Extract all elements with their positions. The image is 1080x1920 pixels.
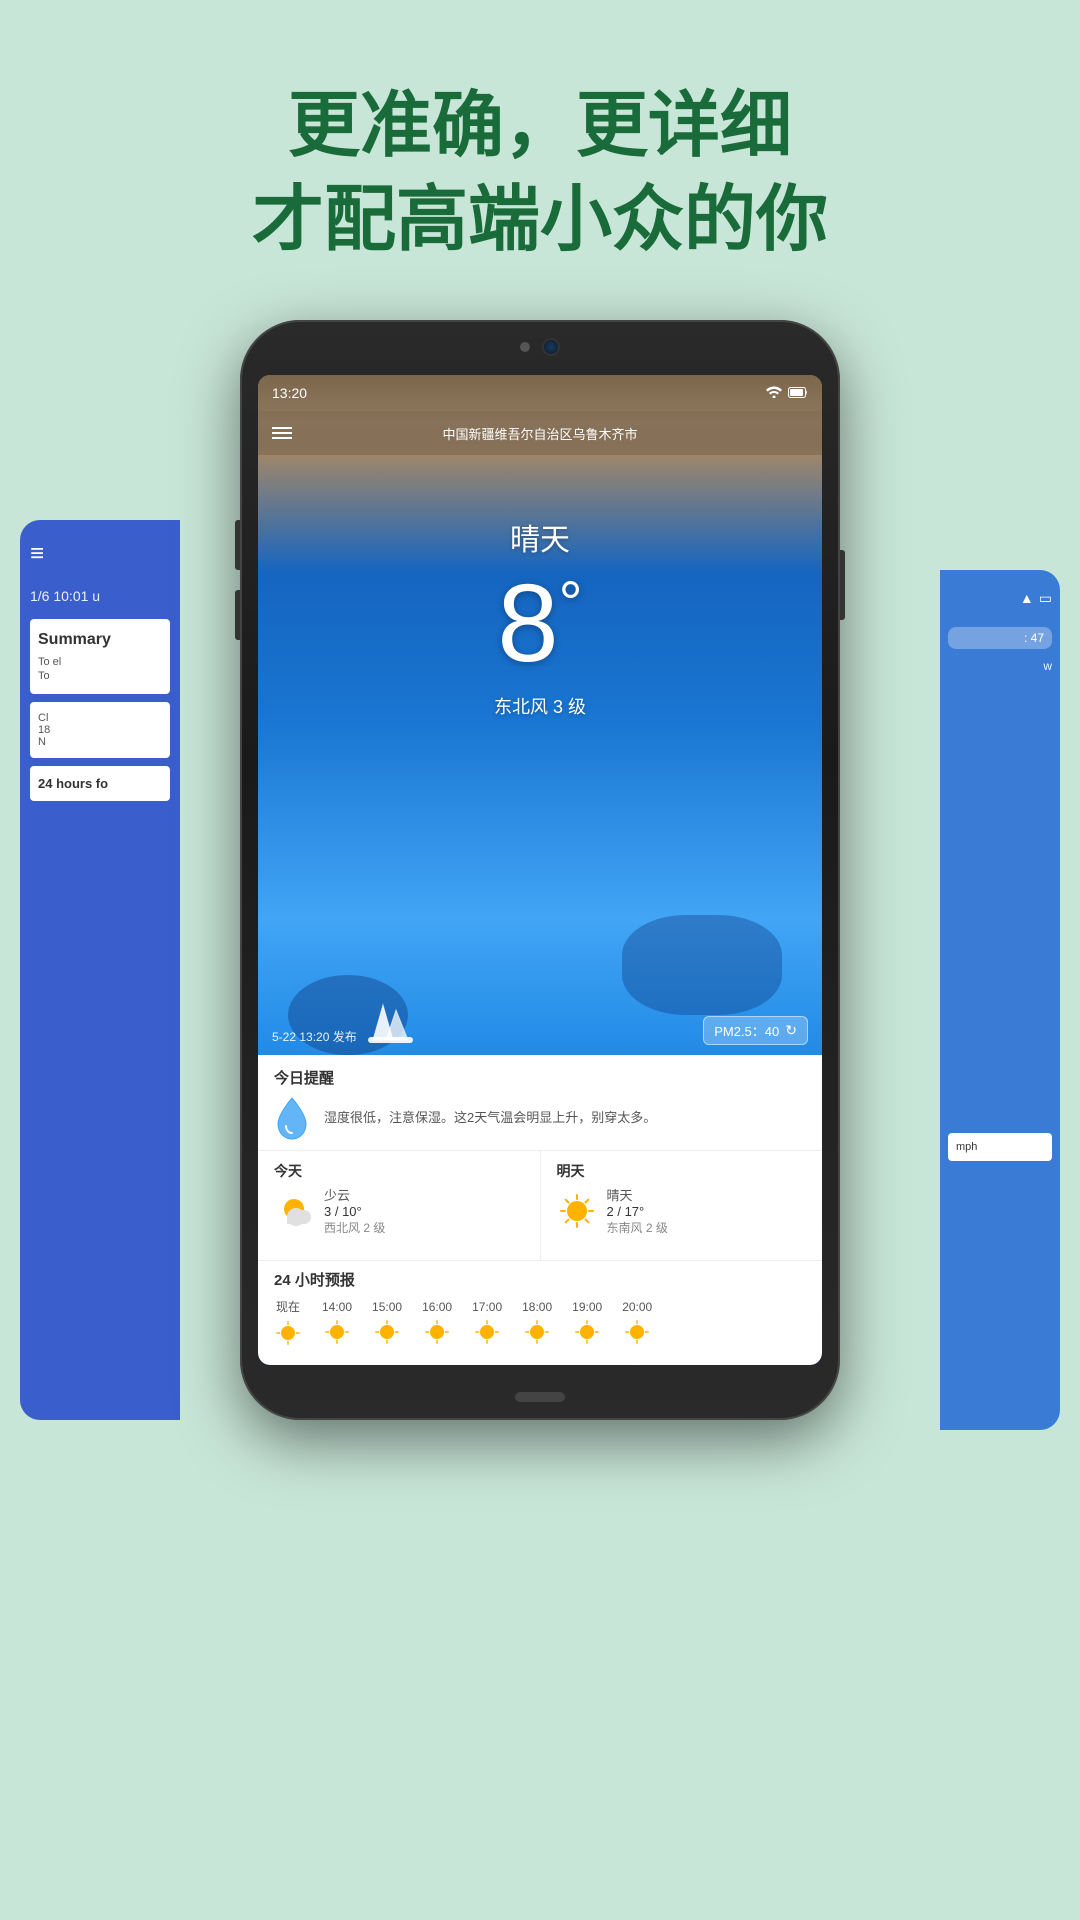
- left-summary-text: To el: [38, 655, 162, 670]
- forecast-tomorrow-condition: 晴天: [607, 1185, 668, 1204]
- status-icons: [766, 386, 808, 401]
- weather-cards: 今日提醒 湿度很低，注意保湿。这2天气温会明显上升，别穿太多。: [258, 1055, 822, 1365]
- phone-screen: 13:20: [258, 375, 822, 1365]
- menu-hamburger-icon[interactable]: [272, 427, 292, 439]
- pm-value: PM2.5：40: [714, 1021, 779, 1040]
- home-button[interactable]: [515, 1392, 565, 1402]
- reminder-text: 湿度很低，注意保湿。这2天气温会明显上升，别穿太多。: [324, 1108, 656, 1128]
- volume-down-button: [235, 590, 240, 640]
- left-summary-title: Summary: [38, 631, 162, 649]
- ocean-depth2: [622, 915, 782, 1015]
- hour-item-18: 18:00: [522, 1300, 552, 1346]
- status-time: 13:20: [272, 385, 307, 401]
- camera-area: [520, 338, 560, 356]
- left-hours-label: 24 hours fo: [38, 776, 162, 791]
- power-button: [840, 550, 845, 620]
- today-reminder: 今日提醒 湿度很低，注意保湿。这2天气温会明显上升，别穿太多。: [258, 1055, 822, 1151]
- top-bar: 中国新疆维吾尔自治区乌鲁木齐市: [258, 411, 822, 455]
- refresh-icon[interactable]: ↻: [785, 1022, 797, 1039]
- hour-item-14: 14:00: [322, 1300, 352, 1346]
- hour-item-now: 现在: [274, 1298, 302, 1347]
- phone-left: ≡ 1/6 10:01 u Summary To el To Cl 18 N 2…: [20, 520, 180, 1420]
- bottom-bar: 5-22 13:20 发布 PM2.5：40 ↻: [258, 1016, 822, 1055]
- battery-icon: [788, 386, 808, 401]
- left-menu-icon: ≡: [30, 540, 170, 568]
- left-today-section: Cl 18 N: [30, 702, 170, 758]
- forecast-today-icon-row: 少云 3 / 10° 西北风 2 级: [274, 1185, 385, 1236]
- tagline-area: 更准确，更详细 才配高端小众的你: [0, 0, 1080, 267]
- speaker: [520, 342, 530, 352]
- hour-item-20: 20:00: [622, 1300, 652, 1346]
- wifi-icon: [766, 386, 782, 401]
- forecast-today-temp: 3 / 10°: [324, 1204, 385, 1219]
- phones-area: ≡ 1/6 10:01 u Summary To el To Cl 18 N 2…: [0, 320, 1080, 1920]
- phone-right: ▲ ▭ : 47 w mph: [940, 570, 1060, 1430]
- reminder-title: 今日提醒: [274, 1067, 806, 1088]
- hour-item-15: 15:00: [372, 1300, 402, 1346]
- forecast-row: 今天: [258, 1151, 822, 1261]
- forecast-tomorrow-wind: 东南风 2 级: [607, 1219, 668, 1236]
- hour-item-16: 16:00: [422, 1300, 452, 1346]
- right-time-badge: : 47: [948, 627, 1052, 649]
- right-bottom-section: mph: [948, 1133, 1052, 1161]
- forecast-today-condition: 少云: [324, 1185, 385, 1204]
- forecast-today-info: 少云 3 / 10° 西北风 2 级: [324, 1185, 385, 1236]
- water-drop-icon: [274, 1096, 310, 1140]
- publish-time: 5-22 13:20 发布: [272, 1028, 357, 1045]
- right-battery-icon: ▭: [1039, 590, 1052, 607]
- left-detail3: N: [38, 736, 162, 748]
- forecast-today-wind: 西北风 2 级: [324, 1219, 385, 1236]
- hour-item-17: 17:00: [472, 1300, 502, 1346]
- location-text: 中国新疆维吾尔自治区乌鲁木齐市: [442, 424, 637, 443]
- status-bar: 13:20: [258, 375, 822, 411]
- tagline-line2: 才配高端小众的你: [0, 174, 1080, 268]
- phone-main: 13:20: [240, 320, 840, 1420]
- hours-row[interactable]: 现在: [258, 1294, 822, 1351]
- forecast-tomorrow-label: 明天: [557, 1161, 585, 1181]
- left-hours-section: 24 hours fo: [30, 766, 170, 801]
- forecast-tomorrow-temp: 2 / 17°: [607, 1204, 668, 1219]
- left-detail1: Cl: [38, 712, 162, 724]
- left-detail2: 18: [38, 724, 162, 736]
- forecast-today-label: 今天: [274, 1161, 302, 1181]
- partly-cloudy-icon: [274, 1191, 314, 1231]
- weather-main: 晴天 8° 东北风 3 级: [258, 515, 822, 719]
- forecast-tomorrow-icon-row: 晴天 2 / 17° 东南风 2 级: [557, 1185, 668, 1236]
- hours-header: 24 小时预报: [258, 1261, 822, 1294]
- forecast-tomorrow: 明天: [541, 1151, 823, 1260]
- front-camera: [542, 338, 560, 356]
- left-date: 1/6 10:01 u: [30, 588, 170, 604]
- forecast-today: 今天: [258, 1151, 541, 1260]
- app-background: 更准确，更详细 才配高端小众的你 ≡ 1/6 10:01 u Summary T…: [0, 0, 1080, 1920]
- pm-badge: PM2.5：40 ↻: [703, 1016, 808, 1045]
- temp-value: 8: [497, 562, 558, 685]
- forecast-tomorrow-info: 晴天 2 / 17° 东南风 2 级: [607, 1185, 668, 1236]
- temp-degree: °: [559, 569, 583, 636]
- right-label-w: w: [948, 659, 1052, 673]
- left-summary-section: Summary To el To: [30, 619, 170, 694]
- hour-item-19: 19:00: [572, 1300, 602, 1346]
- volume-up-button: [235, 520, 240, 570]
- left-to-label: To: [38, 670, 162, 682]
- right-mph-label: mph: [956, 1141, 1044, 1153]
- reminder-body: 湿度很低，注意保湿。这2天气温会明显上升，别穿太多。: [274, 1096, 806, 1140]
- tagline-line1: 更准确，更详细: [0, 80, 1080, 174]
- sunny-icon: [557, 1191, 597, 1231]
- right-wifi-icon: ▲: [1020, 590, 1034, 607]
- weather-temperature: 8°: [258, 569, 822, 679]
- right-status-icons: ▲ ▭: [948, 590, 1052, 607]
- weather-wind: 东北风 3 级: [258, 693, 822, 719]
- weather-condition: 晴天: [258, 515, 822, 559]
